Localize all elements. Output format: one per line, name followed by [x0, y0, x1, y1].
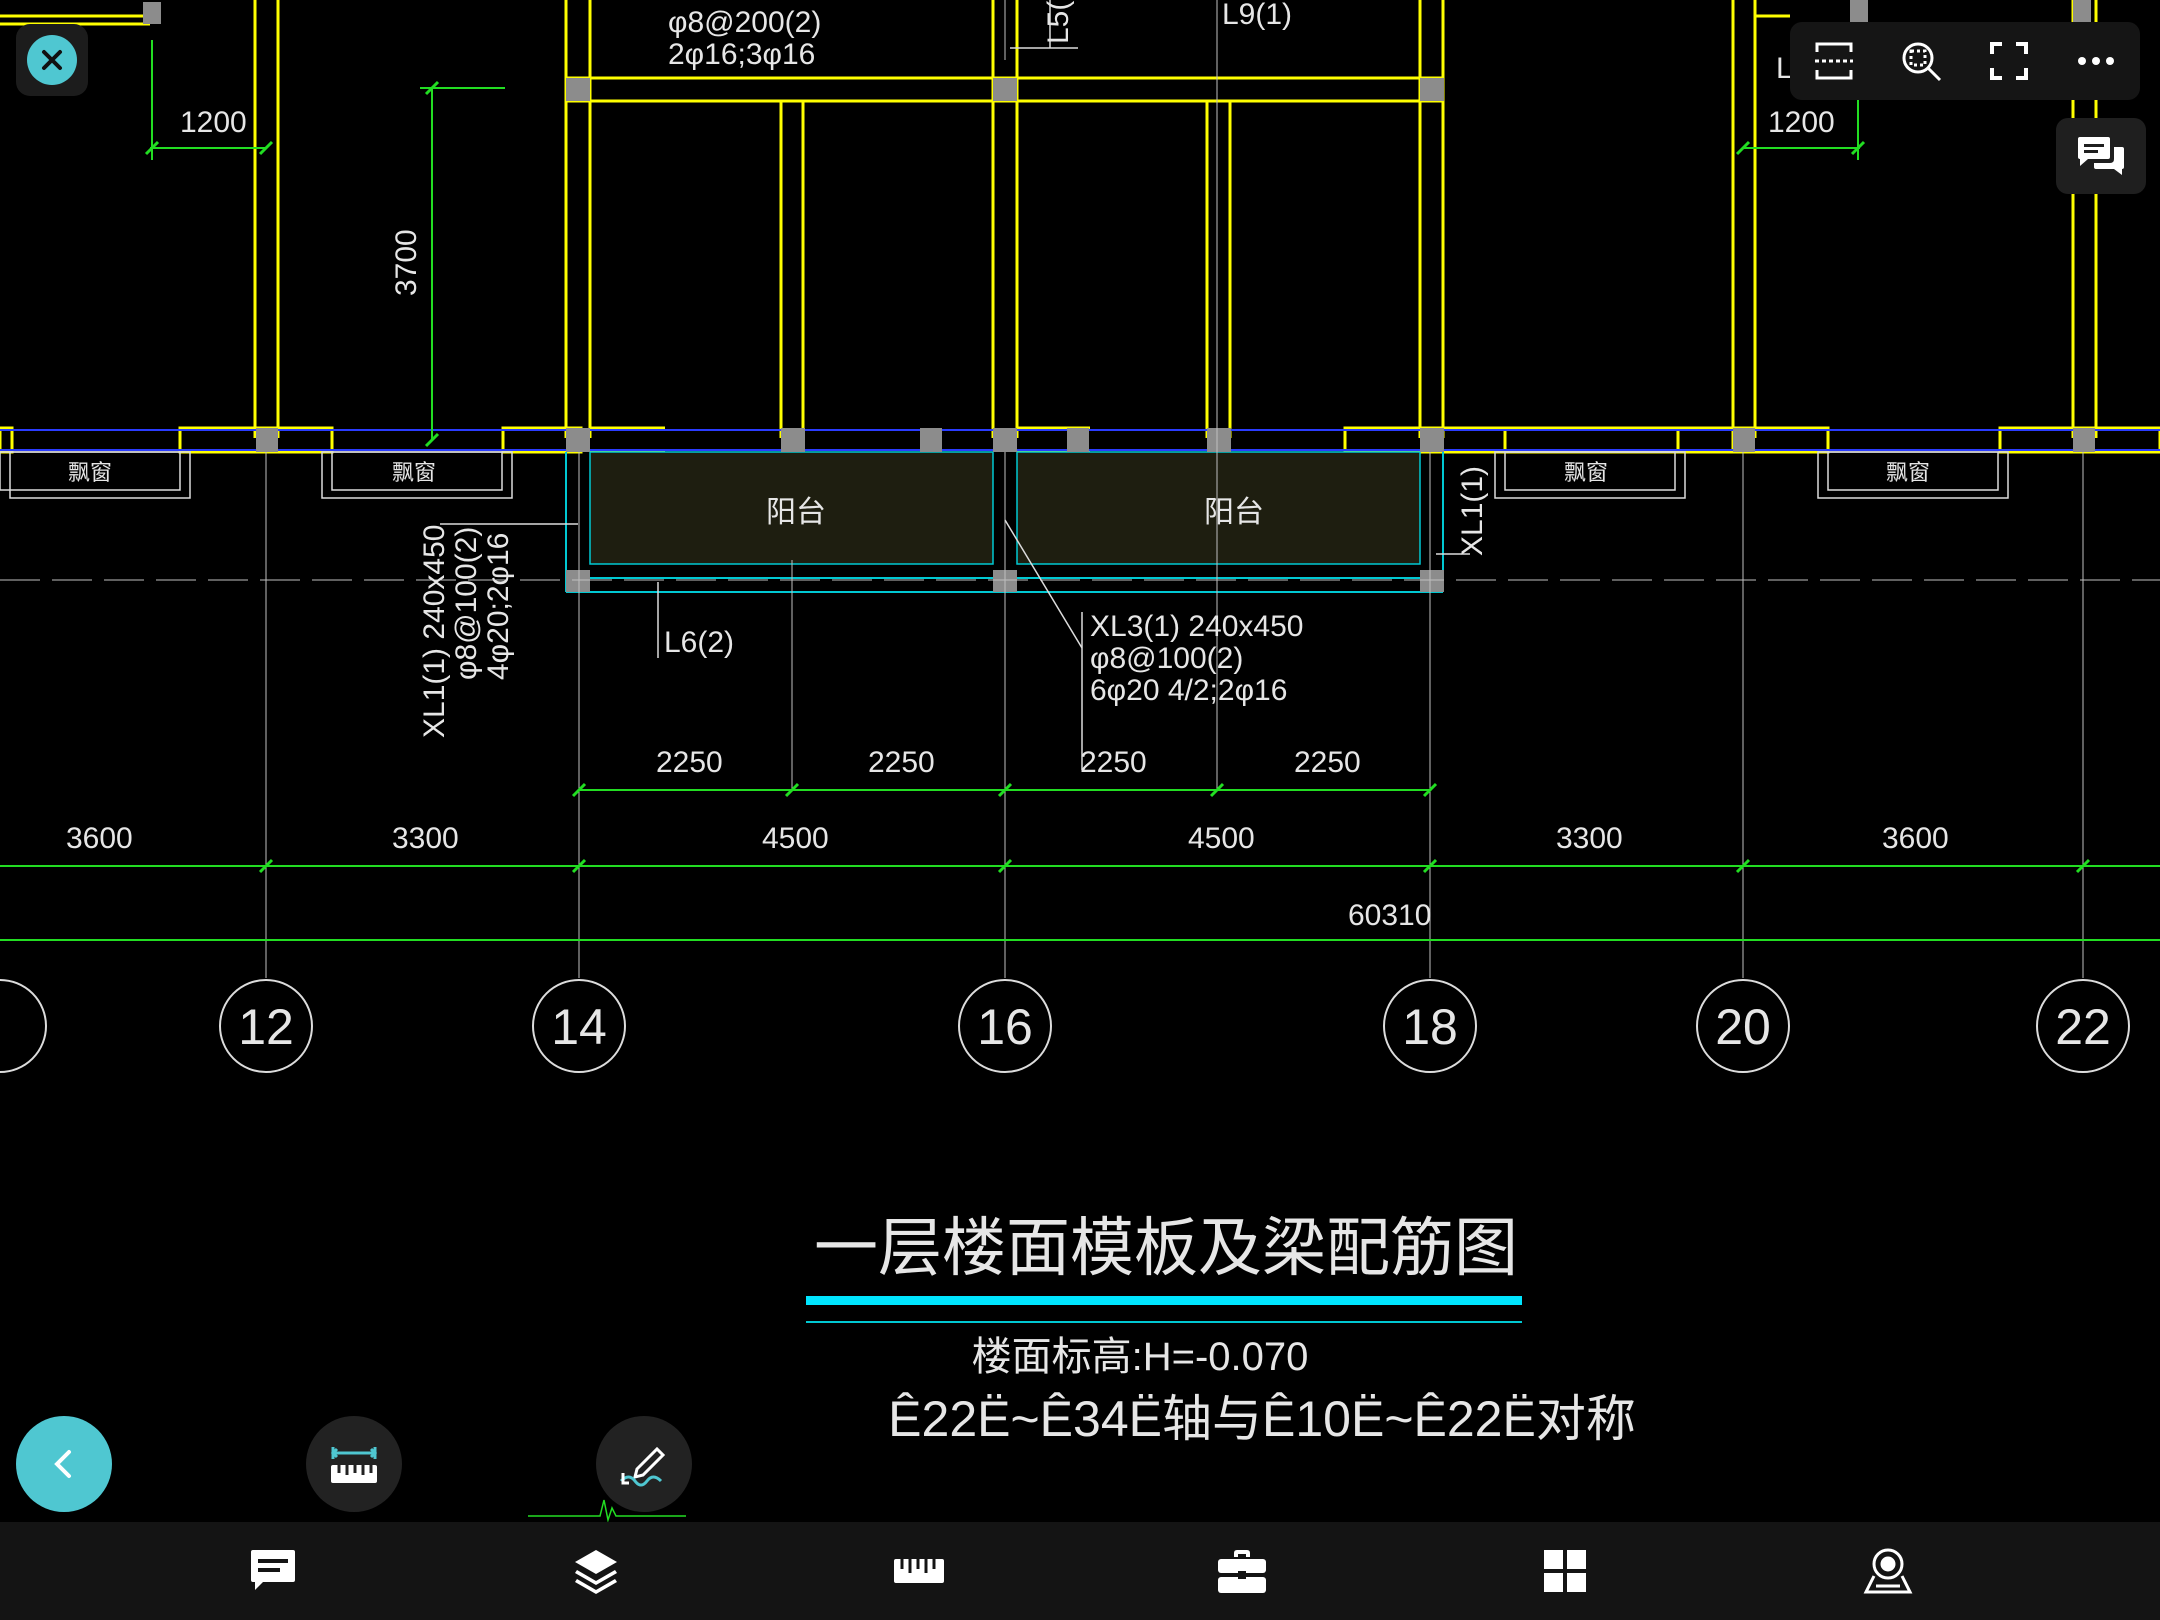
dim-total: 60310: [1348, 899, 1431, 932]
nav-comments[interactable]: [213, 1522, 333, 1620]
beam-note-xl3-2: φ8@100(2): [1090, 642, 1243, 675]
beam-label-xl1-left: XL1(1) 240x450: [418, 525, 451, 739]
beam-label-l6: L6(2): [664, 626, 734, 659]
top-toolbar: [1790, 22, 2140, 100]
ruler-measure-icon: [330, 1447, 378, 1483]
dim-bay: 4500: [1188, 822, 1255, 855]
nav-layers[interactable]: [536, 1522, 656, 1620]
bottom-nav: [0, 1522, 2160, 1620]
axis-label: 20: [1715, 999, 1771, 1055]
beam-note-xl3-3: 6φ20 4/2;2φ16: [1090, 674, 1287, 707]
close-icon: [27, 35, 77, 85]
bay-window-label: 飘窗: [68, 460, 112, 485]
ruler-icon: [894, 1559, 944, 1583]
drawing-note: Ê22Ë~Ê34Ë轴与Ê10Ë~Ê22Ë对称: [888, 1391, 1636, 1447]
bay-window-label: 飘窗: [1886, 460, 1930, 485]
beam-note-xl1-left-3: 4φ20;2φ16: [482, 533, 515, 680]
layers-icon: [575, 1550, 617, 1594]
toolbox-icon: [1218, 1550, 1266, 1593]
dim-sub: 2250: [868, 746, 935, 779]
balcony-label: 阳台: [766, 496, 826, 529]
axis-bubbles: [0, 979, 2130, 1073]
dim-bay: 3600: [1882, 822, 1949, 855]
dim-sub: 2250: [656, 746, 723, 779]
more-icon: [2078, 57, 2115, 65]
drawing-subtitle: 楼面标高:H=-0.070: [972, 1335, 1309, 1379]
measure-button[interactable]: [306, 1416, 402, 1512]
dim-bay: 3300: [1556, 822, 1623, 855]
section-icon: [1814, 42, 1853, 80]
beam-note-top-2: 2φ16;3φ16: [668, 38, 815, 71]
chevron-left-icon: [54, 1450, 71, 1478]
close-button[interactable]: [16, 24, 88, 96]
drawing-title: 一层楼面模板及梁配筋图: [814, 1212, 1518, 1284]
comment-icon: [251, 1550, 295, 1590]
title-underline: [806, 1296, 1522, 1323]
nav-measure[interactable]: [859, 1522, 979, 1620]
dim-vertical: 3700: [390, 229, 423, 296]
cad-drawing-canvas[interactable]: φ8@200(2) 2φ16;3φ16 L9(1) L5( L 1200 120…: [0, 0, 2160, 1620]
dim-bay: 3600: [66, 822, 133, 855]
nav-toolbox[interactable]: [1182, 1522, 1302, 1620]
more-button[interactable]: [2061, 26, 2131, 96]
axis-label: 18: [1402, 999, 1458, 1055]
grid-icon: [1544, 1550, 1586, 1592]
dim-bay: 4500: [762, 822, 829, 855]
beam-label-l5: L5(: [1042, 1, 1075, 44]
fullscreen-icon: [1989, 42, 2028, 80]
beam-label-xl3: XL3(1) 240x450: [1090, 610, 1304, 643]
section-button[interactable]: [1799, 26, 1869, 96]
fullscreen-button[interactable]: [1974, 26, 2044, 96]
balcony-label: 阳台: [1204, 496, 1264, 529]
beam-label-xl1-right: XL1(1): [1456, 466, 1489, 556]
beam-label-l9: L9(1): [1222, 0, 1292, 31]
dim-window-right: 1200: [1768, 106, 1835, 139]
comments-icon: [2078, 137, 2124, 175]
dim-sub: 2250: [1080, 746, 1147, 779]
dim-bay: 3300: [392, 822, 459, 855]
markup-pen-icon: [619, 1446, 666, 1487]
axis-label: 22: [2055, 999, 2111, 1055]
comments-button[interactable]: [2056, 118, 2146, 194]
bay-windows: [0, 451, 2009, 499]
beam-note-top-1: φ8@200(2): [668, 6, 821, 39]
dim-sub: 2250: [1294, 746, 1361, 779]
nav-viewpoint[interactable]: [1828, 1522, 1948, 1620]
axis-label: 14: [551, 999, 607, 1055]
axis-label: 12: [238, 999, 294, 1055]
markup-button[interactable]: [596, 1416, 692, 1512]
axis-label: 16: [977, 999, 1033, 1055]
zoom-area-button[interactable]: [1886, 26, 1956, 96]
back-button[interactable]: [16, 1416, 112, 1512]
zoom-area-icon: [1902, 42, 1942, 82]
nav-grid[interactable]: [1505, 1522, 1625, 1620]
bay-window-label: 飘窗: [1564, 460, 1608, 485]
viewpoint-icon: [1863, 1548, 1913, 1594]
bay-window-label: 飘窗: [392, 460, 436, 485]
beam-note-xl1-left-2: φ8@100(2): [450, 527, 483, 680]
dim-window-left: 1200: [180, 106, 247, 139]
leader-lines: [440, 0, 1470, 770]
